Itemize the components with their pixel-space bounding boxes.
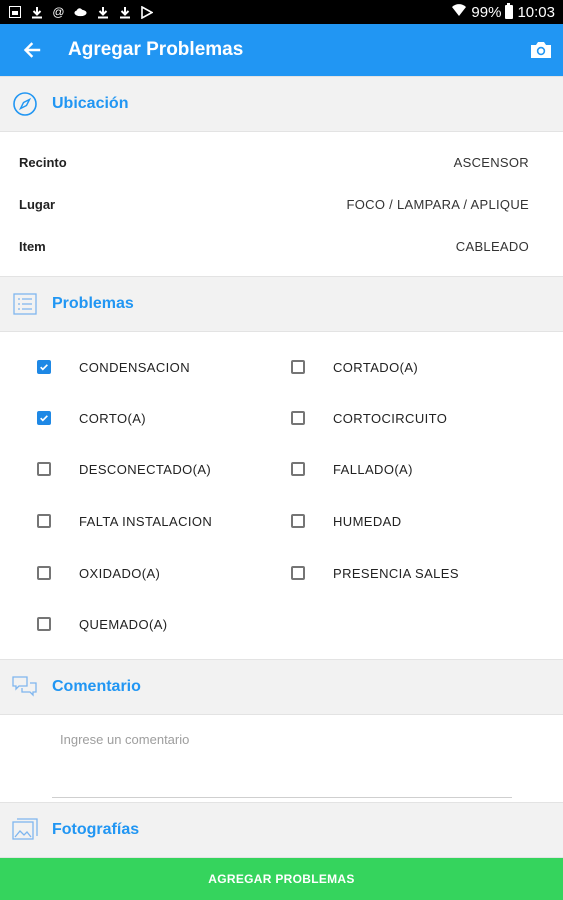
clock: 10:03: [517, 3, 555, 21]
problem-option-label: OXIDADO(A): [79, 565, 161, 581]
problem-option-desconectado[interactable]: DESCONECTADO(A): [37, 449, 211, 489]
section-title-fotografias: Fotografías: [52, 821, 140, 838]
lugar-label: Lugar: [19, 196, 56, 212]
checkbox[interactable]: [291, 360, 305, 374]
section-title-comentario: Comentario: [52, 678, 141, 695]
problem-option-label: QUEMADO(A): [79, 616, 168, 632]
problem-option-fallado[interactable]: FALLADO(A): [291, 449, 413, 489]
problem-option-oxidado[interactable]: OXIDADO(A): [37, 553, 160, 593]
problem-option-label: FALTA INSTALACION: [79, 513, 213, 529]
recinto-label: Recinto: [19, 154, 67, 170]
recinto-value: ASCENSOR: [453, 154, 529, 170]
checkbox[interactable]: [37, 566, 51, 580]
download-icon: [30, 6, 43, 19]
problem-option-presencia-sales[interactable]: PRESENCIA SALES: [291, 553, 459, 593]
checkbox[interactable]: [291, 514, 305, 528]
download-icon: [96, 6, 109, 19]
download-icon: [118, 6, 131, 19]
problem-option-label: DESCONECTADO(A): [79, 461, 212, 477]
page-title: Agregar Problemas: [68, 39, 244, 60]
battery-percent: 99%: [471, 3, 502, 21]
section-title-problemas: Problemas: [52, 295, 134, 312]
at-icon: @: [52, 4, 65, 19]
problem-option-label: CONDENSACION: [79, 359, 190, 375]
problem-option-label: CORTADO(A): [333, 359, 419, 375]
comment-input[interactable]: [52, 716, 512, 798]
checkbox[interactable]: [37, 617, 51, 631]
problem-option-corto[interactable]: CORTO(A): [37, 398, 146, 438]
photos-icon: [12, 817, 38, 843]
problem-option-label: FALLADO(A): [333, 461, 413, 477]
checkbox[interactable]: [37, 462, 51, 476]
lugar-value: FOCO / LAMPARA / APLIQUE: [346, 196, 529, 212]
section-header-problemas: Problemas: [0, 276, 563, 332]
info-row-item: Item CABLEADO: [0, 225, 563, 267]
play-store-icon: [140, 5, 153, 19]
info-row-recinto: Recinto ASCENSOR: [0, 141, 563, 183]
check-icon: [40, 415, 48, 422]
problem-option-falta-instalacion[interactable]: FALTA INSTALACION: [37, 501, 212, 541]
checkbox[interactable]: [291, 462, 305, 476]
problem-option-cortocircuito[interactable]: CORTOCIRCUITO: [291, 398, 447, 438]
gallery-icon: [8, 6, 21, 19]
section-header-fotografias: Fotografías: [0, 802, 563, 858]
compass-icon: [12, 91, 38, 117]
cloud-icon: [74, 6, 87, 19]
section-header-comentario: Comentario: [0, 659, 563, 715]
problem-option-condensacion[interactable]: CONDENSACION: [37, 347, 190, 387]
checkbox[interactable]: [37, 411, 51, 425]
problem-option-label: CORTOCIRCUITO: [333, 410, 448, 426]
agregar-problemas-button[interactable]: AGREGAR PROBLEMAS: [0, 858, 563, 900]
section-header-ubicacion: Ubicación: [0, 76, 563, 132]
checkbox[interactable]: [291, 566, 305, 580]
status-bar: @ 99% 10:03: [0, 0, 563, 24]
problem-option-label: HUMEDAD: [333, 513, 402, 529]
app-bar: Agregar Problemas: [0, 24, 563, 76]
problem-option-quemado[interactable]: QUEMADO(A): [37, 604, 168, 644]
battery-icon: [505, 3, 514, 19]
problem-option-humedad[interactable]: HUMEDAD: [291, 501, 402, 541]
checkbox[interactable]: [291, 411, 305, 425]
chat-bubbles-icon: [12, 674, 38, 700]
problem-option-label: CORTO(A): [79, 410, 147, 426]
check-icon: [40, 364, 48, 371]
section-title-ubicacion: Ubicación: [52, 95, 129, 112]
info-row-lugar: Lugar FOCO / LAMPARA / APLIQUE: [0, 183, 563, 225]
problem-option-cortado[interactable]: CORTADO(A): [291, 347, 418, 387]
checkbox[interactable]: [37, 514, 51, 528]
back-arrow-icon[interactable]: [20, 38, 44, 62]
list-icon: [12, 291, 38, 317]
checkbox[interactable]: [37, 360, 51, 374]
problem-option-label: PRESENCIA SALES: [333, 565, 459, 581]
item-value: CABLEADO: [455, 238, 529, 254]
item-label: Item: [19, 238, 46, 254]
wifi-icon: [451, 3, 467, 21]
camera-icon[interactable]: [529, 38, 553, 62]
